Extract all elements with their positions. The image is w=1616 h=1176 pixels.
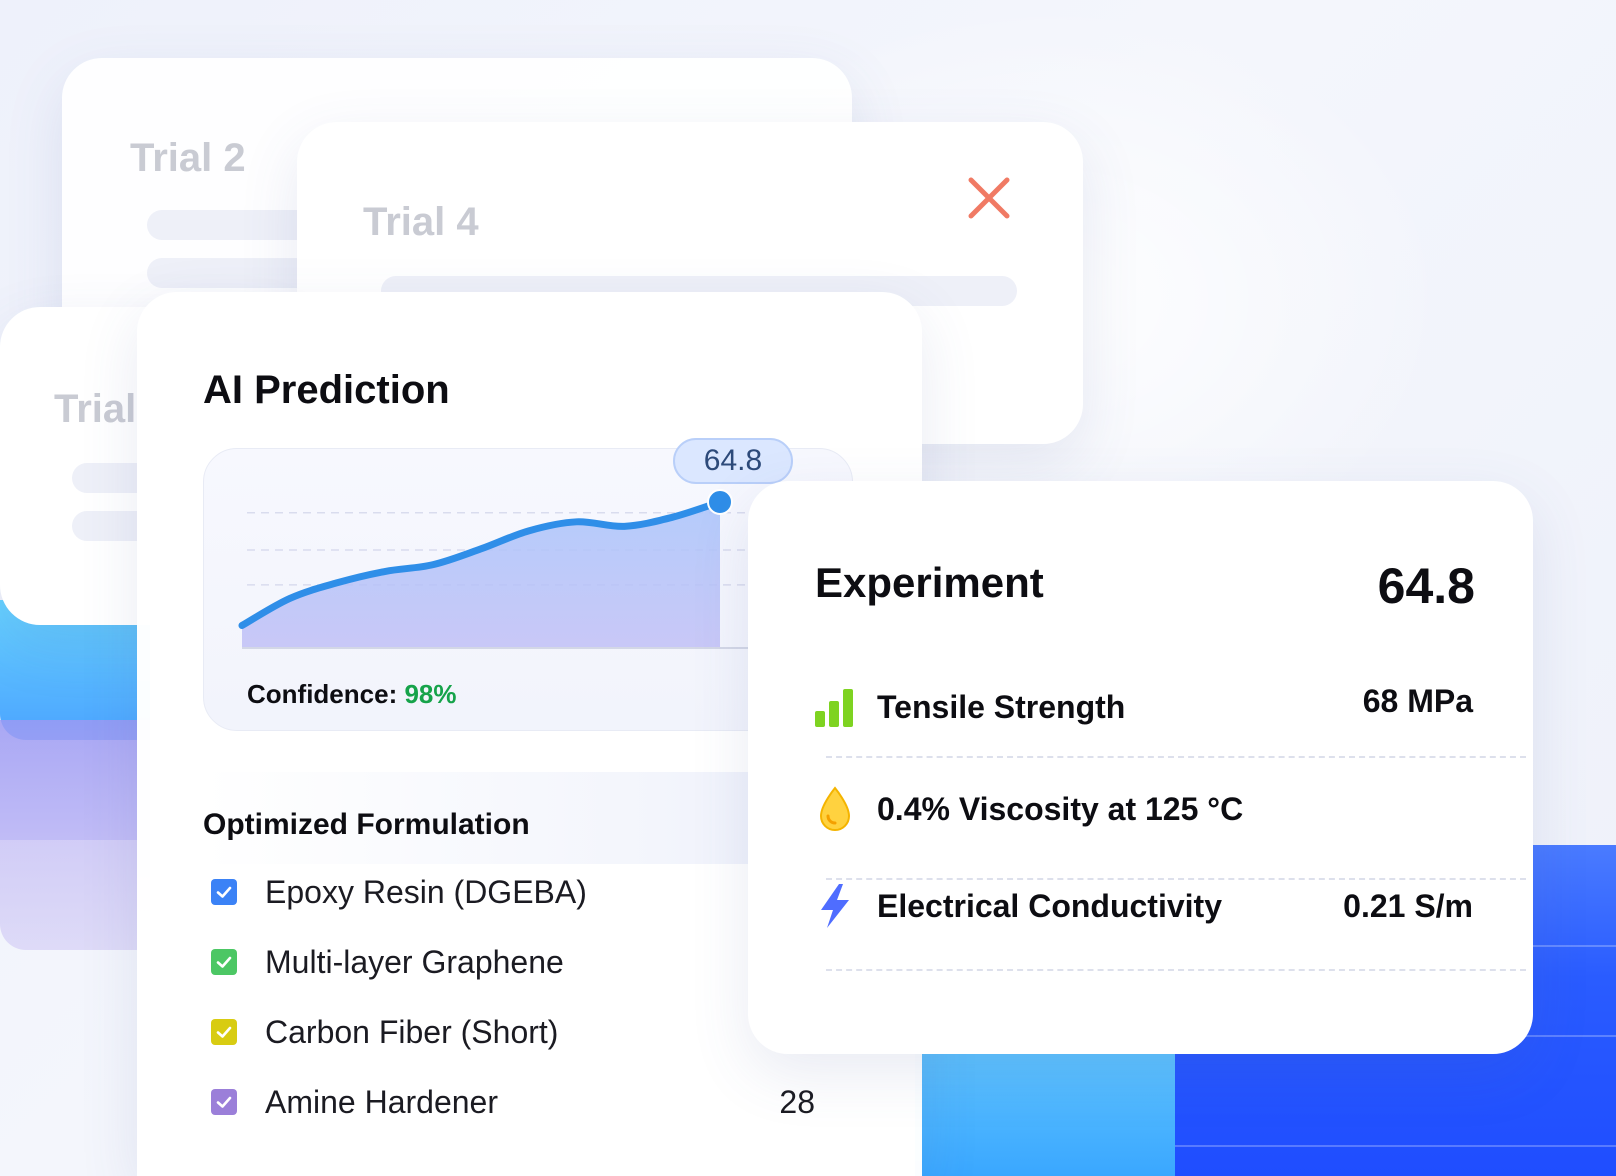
checkbox-icon[interactable]: [211, 949, 237, 975]
ingredient-name: Epoxy Resin (DGEBA): [265, 873, 587, 910]
chart-data-point: [432, 563, 435, 566]
bar-chart-icon: [815, 689, 853, 727]
ingredient-qty: 28: [779, 1083, 815, 1120]
formulation-title: Optimized Formulation: [203, 808, 530, 841]
chart-data-point: [623, 525, 626, 528]
trial-title: Trial: [54, 387, 137, 431]
ai-prediction-title: AI Prediction: [203, 368, 450, 412]
lightning-icon: [821, 884, 849, 928]
droplet-icon: [819, 786, 851, 831]
ingredient-item[interactable]: Amine Hardener 28: [203, 1067, 853, 1137]
checkbox-icon[interactable]: [211, 879, 237, 905]
experiment-score: 64.8: [1377, 558, 1475, 614]
chart-data-point: [288, 597, 291, 600]
confidence-value: 98%: [404, 679, 457, 709]
ingredient-name: Amine Hardener: [265, 1083, 498, 1120]
ingredient-name: Carbon Fiber (Short): [265, 1013, 559, 1050]
chart-data-point: [671, 516, 674, 519]
metric-label: Tensile Strength: [877, 688, 1126, 725]
metric-viscosity: 0.4% Viscosity at 125 °C: [813, 779, 1473, 839]
metric-label: Electrical Conductivity: [877, 887, 1222, 924]
checkbox-icon[interactable]: [211, 1089, 237, 1115]
metric-divider: [826, 969, 1526, 971]
metric-tensile-strength: Tensile Strength 68 MPa: [813, 677, 1473, 737]
chart-data-point: [384, 570, 387, 573]
close-icon[interactable]: [965, 174, 1013, 222]
chart-data-point: [527, 529, 530, 532]
chart-data-point: [336, 581, 339, 584]
chart-data-point: [575, 520, 578, 523]
metric-value: 68 MPa: [1362, 683, 1473, 719]
metric-label: 0.4% Viscosity at 125 °C: [877, 790, 1244, 827]
trial-4-title: Trial 4: [363, 200, 479, 244]
chart-data-point: [241, 624, 244, 627]
experiment-title: Experiment: [815, 559, 1044, 606]
chart-data-point: [480, 547, 483, 550]
peak-value-bubble: 64.8: [673, 438, 793, 484]
metric-divider: [826, 756, 1526, 758]
confidence-label: Confidence:: [247, 679, 398, 709]
metric-value: 0.21 S/m: [1343, 887, 1473, 924]
confidence-text: Confidence: 98%: [247, 679, 457, 710]
trial-2-title: Trial 2: [130, 136, 246, 180]
metric-electrical-conductivity: Electrical Conductivity 0.21 S/m: [813, 876, 1473, 936]
chart-peak-point: [707, 488, 733, 515]
background-band-lavender: [0, 840, 150, 950]
background-band-violet: [0, 720, 150, 840]
checkbox-icon[interactable]: [211, 1019, 237, 1045]
ingredient-name: Multi-layer Graphene: [265, 943, 564, 980]
experiment-card: Experiment 64.8 Tensile Strength 68 MPa …: [748, 481, 1533, 1054]
